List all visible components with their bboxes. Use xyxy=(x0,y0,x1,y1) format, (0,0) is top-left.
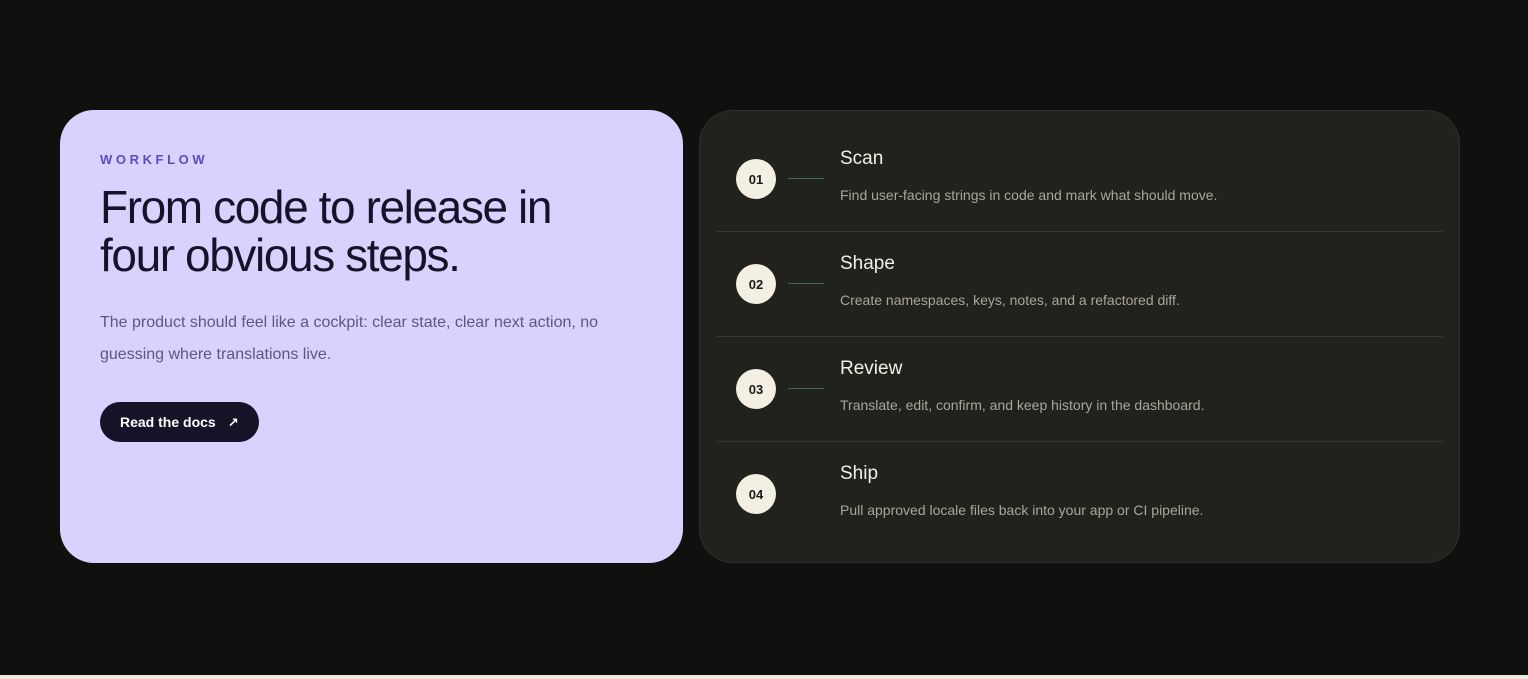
step-connector-line xyxy=(788,178,824,179)
step-item: 01 Scan Find user-facing strings in code… xyxy=(716,127,1443,232)
step-connector-line xyxy=(788,283,824,284)
step-description: Pull approved locale files back into you… xyxy=(840,502,1204,518)
step-title: Shape xyxy=(840,253,895,274)
workflow-steps-card: 01 Scan Find user-facing strings in code… xyxy=(699,110,1460,563)
section-headline: From code to release in four obvious ste… xyxy=(100,181,552,281)
step-title: Ship xyxy=(840,463,879,484)
section-lead: The product should feel like a cockpit: … xyxy=(100,314,599,363)
workflow-section: WORKFLOW From code to release in four ob… xyxy=(60,110,1460,563)
section-eyebrow: WORKFLOW xyxy=(100,152,209,167)
bottom-edge-strip xyxy=(0,675,1528,679)
step-item: 04 Ship Pull approved locale files back … xyxy=(716,442,1443,547)
step-number-badge: 01 xyxy=(736,159,776,199)
workflow-intro-card: WORKFLOW From code to release in four ob… xyxy=(60,110,683,563)
read-docs-label: Read the docs xyxy=(120,414,216,430)
step-description: Find user-facing strings in code and mar… xyxy=(840,187,1218,203)
step-title: Review xyxy=(840,358,903,379)
step-number-badge: 04 xyxy=(736,474,776,514)
step-title: Scan xyxy=(840,148,884,169)
arrow-up-right-icon: ↗ xyxy=(227,414,239,430)
step-description: Create namespaces, keys, notes, and a re… xyxy=(840,292,1180,308)
step-item: 02 Shape Create namespaces, keys, notes,… xyxy=(716,232,1443,337)
step-number-badge: 02 xyxy=(736,264,776,304)
step-description: Translate, edit, confirm, and keep histo… xyxy=(840,397,1205,413)
step-number-badge: 03 xyxy=(736,369,776,409)
step-connector-line xyxy=(788,388,824,389)
read-docs-button[interactable]: Read the docs ↗ xyxy=(100,402,259,442)
step-item: 03 Review Translate, edit, confirm, and … xyxy=(716,337,1443,442)
